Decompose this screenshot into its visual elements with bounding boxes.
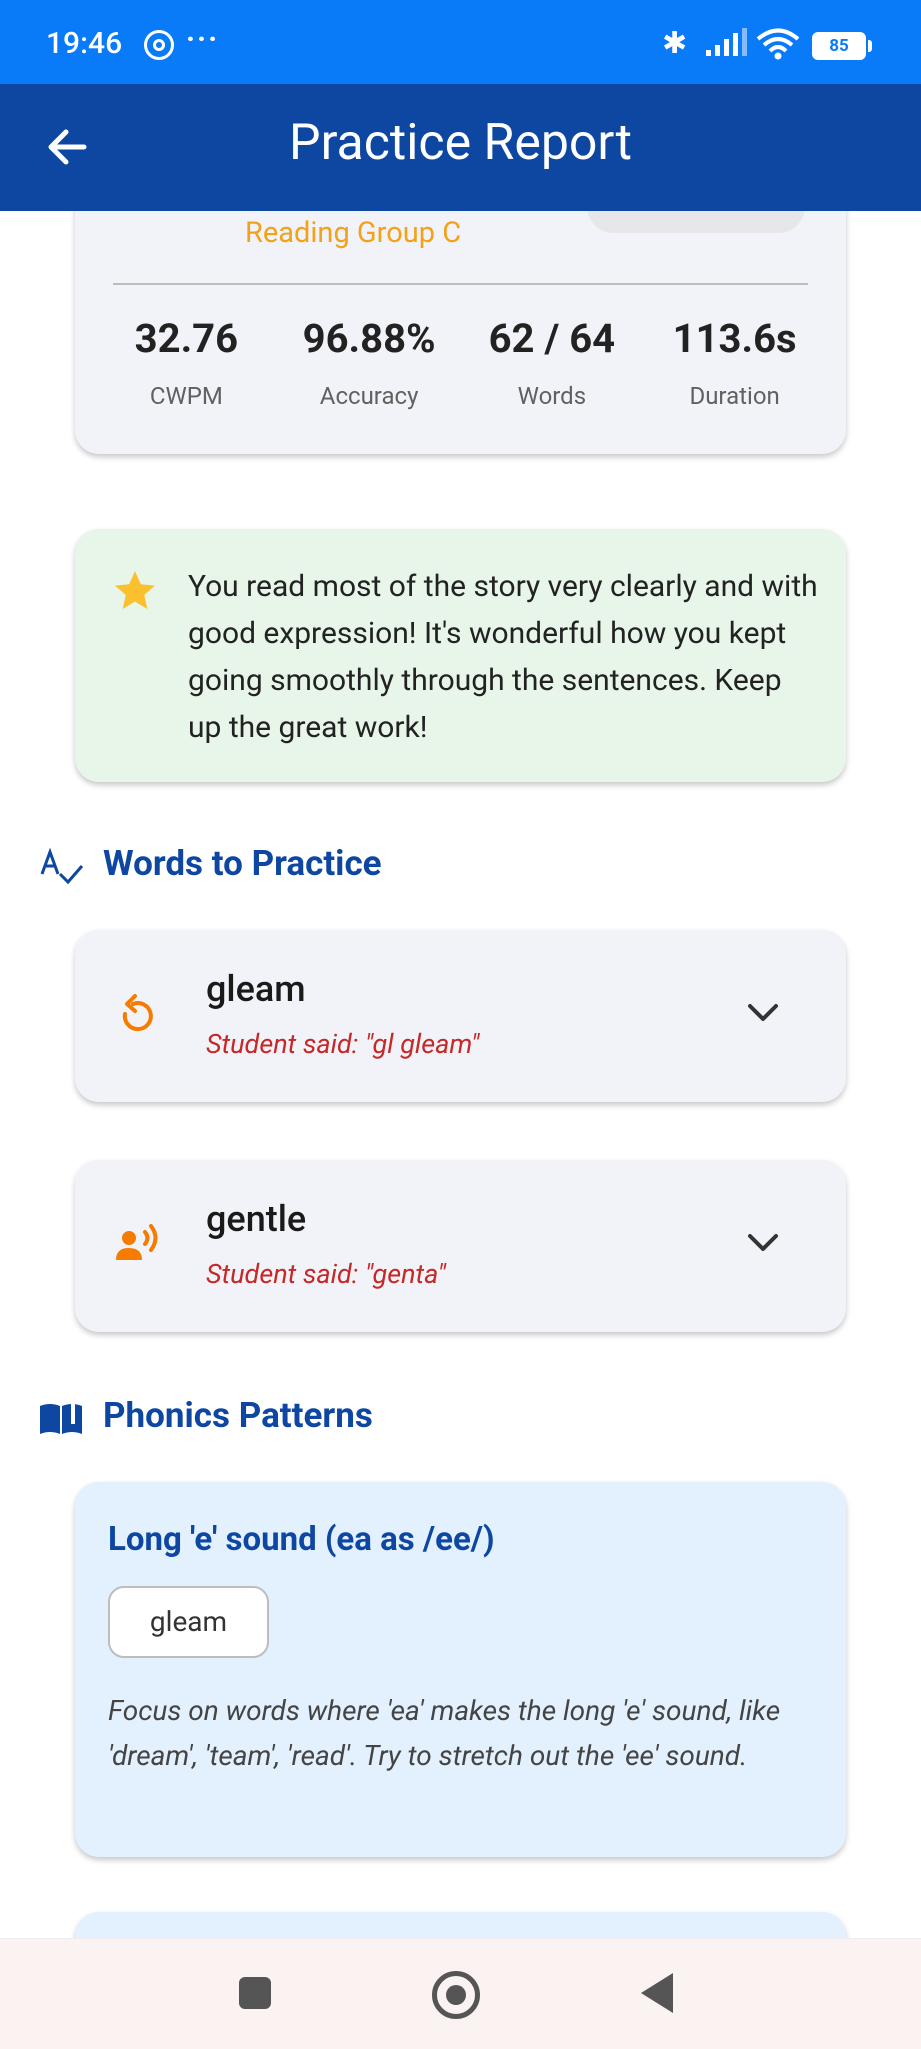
open-book-icon bbox=[40, 1404, 82, 1434]
stats-row: 32.76 CWPM 96.88% Accuracy 62 / 64 Words… bbox=[75, 315, 846, 410]
home-icon[interactable] bbox=[432, 1971, 480, 2019]
signal-icon bbox=[706, 28, 747, 56]
word-said: Student said: "genta" bbox=[206, 1258, 446, 1290]
word-card-gleam[interactable]: gleam Student said: "gl gleam" bbox=[75, 930, 846, 1102]
word-chip[interactable]: gleam bbox=[108, 1586, 269, 1658]
word-label: gentle bbox=[206, 1198, 307, 1240]
stat-label: Words bbox=[517, 382, 587, 410]
word-card-gentle[interactable]: gentle Student said: "genta" bbox=[75, 1160, 846, 1332]
system-back-icon[interactable] bbox=[641, 1973, 673, 2013]
chevron-down-icon[interactable] bbox=[744, 999, 782, 1027]
stat-label: Duration bbox=[689, 382, 780, 410]
spellcheck-icon bbox=[40, 848, 84, 885]
stat-value: 113.6s bbox=[672, 315, 797, 362]
status-bar: 19:46 ··· ✱ 85 bbox=[0, 0, 921, 84]
feedback-text: You read most of the story very clearly … bbox=[188, 569, 818, 745]
stat-duration: 113.6s Duration bbox=[647, 315, 822, 410]
word-said: Student said: "gl gleam" bbox=[206, 1028, 480, 1060]
phonics-pattern-card: Long 'e' sound (ea as /ee/) gleam Focus … bbox=[75, 1482, 846, 1857]
speaker-person-icon bbox=[116, 1224, 158, 1260]
system-nav-bar bbox=[0, 1938, 921, 2049]
divider bbox=[113, 283, 808, 285]
stat-cwpm: 32.76 CWPM bbox=[99, 315, 274, 410]
stat-label: CWPM bbox=[149, 382, 223, 410]
chevron-down-icon[interactable] bbox=[744, 1229, 782, 1257]
group-label: Reading Group C bbox=[245, 216, 462, 250]
stat-value: 32.76 bbox=[134, 315, 239, 362]
stat-accuracy: 96.88% Accuracy bbox=[282, 315, 457, 410]
bluetooth-icon: ✱ bbox=[662, 26, 688, 61]
recents-icon[interactable] bbox=[239, 1977, 271, 2009]
phonics-pattern-description: Focus on words where 'ea' makes the long… bbox=[108, 1694, 781, 1772]
stat-words: 62 / 64 Words bbox=[464, 315, 639, 410]
battery-icon: 85 bbox=[812, 32, 872, 60]
star-icon bbox=[115, 571, 155, 609]
stat-label: Accuracy bbox=[319, 382, 419, 410]
fingerprint-icon bbox=[144, 30, 174, 60]
page-title: Practice Report bbox=[289, 114, 632, 172]
app-bar: Practice Report bbox=[0, 84, 921, 211]
more-notifications-icon: ··· bbox=[186, 22, 220, 57]
stat-value: 96.88% bbox=[302, 315, 436, 362]
phonics-pattern-title: Long 'e' sound (ea as /ee/) bbox=[108, 1520, 495, 1559]
word-label: gleam bbox=[206, 968, 306, 1010]
stat-value: 62 / 64 bbox=[488, 315, 616, 362]
feedback-card: You read most of the story very clearly … bbox=[75, 529, 846, 782]
status-time: 19:46 bbox=[46, 26, 123, 61]
phonics-section-title: Phonics Patterns bbox=[103, 1395, 373, 1436]
replay-icon bbox=[122, 994, 153, 1032]
words-section-title: Words to Practice bbox=[103, 843, 382, 884]
wifi-icon bbox=[756, 28, 800, 60]
